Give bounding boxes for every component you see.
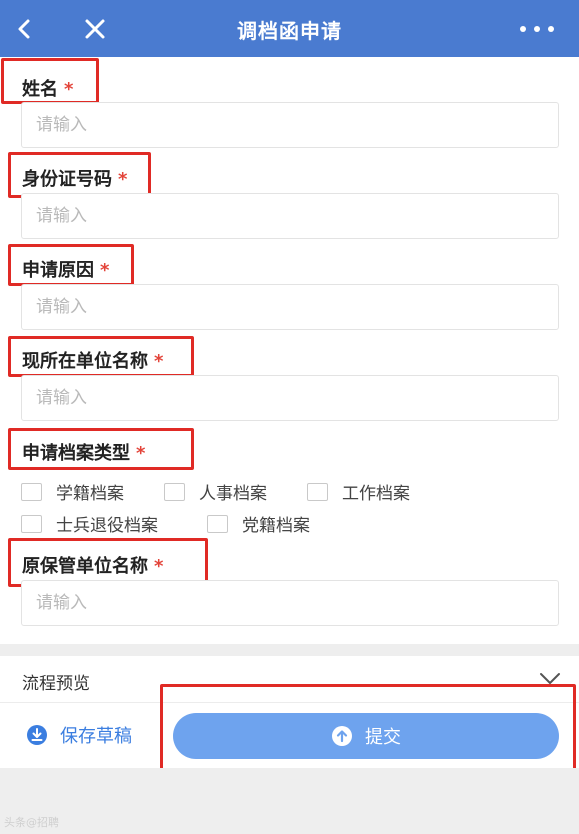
original-unit-label: 原保管单位名称 * [22,552,163,578]
more-options-icon[interactable] [517,14,557,44]
checkbox-party-archive[interactable]: 党籍档案 [207,511,310,536]
name-label-text: 姓名 [22,79,58,100]
reason-label: 申请原因 * [22,256,109,282]
checkbox-box[interactable] [21,514,42,533]
original-unit-input[interactable] [21,580,559,626]
save-draft-label: 保存草稿 [60,726,132,747]
checkbox-label: 工作档案 [342,484,410,504]
checkbox-student-archive[interactable]: 学籍档案 [21,479,124,504]
app-header: 调档函申请 [0,0,579,57]
name-input[interactable] [21,102,559,148]
checkbox-personnel-archive[interactable]: 人事档案 [164,479,267,504]
required-asterisk: * [64,79,74,100]
id-number-label-text: 身份证号码 [22,169,112,190]
required-asterisk: * [154,556,164,577]
checkbox-label: 士兵退役档案 [56,516,158,536]
chevron-down-icon [540,673,560,684]
submit-label: 提交 [365,727,401,748]
flow-preview-label: 流程预览 [22,674,90,694]
required-asterisk: * [154,351,164,372]
archive-type-label-text: 申请档案类型 [22,443,130,464]
checkbox-veteran-archive[interactable]: 士兵退役档案 [21,511,158,536]
work-unit-label: 现所在单位名称 * [22,347,163,373]
required-asterisk: * [118,169,128,190]
reason-label-text: 申请原因 [22,260,94,281]
id-number-label: 身份证号码 * [22,165,127,191]
checkbox-box[interactable] [164,482,185,501]
checkbox-work-archive[interactable]: 工作档案 [307,479,410,504]
checkbox-box[interactable] [21,482,42,501]
archive-type-label: 申请档案类型 * [22,439,145,465]
page-title: 调档函申请 [237,19,342,43]
name-label: 姓名 * [22,75,73,101]
watermark: 头条@招聘 [4,816,59,829]
required-asterisk: * [136,443,146,464]
reason-input[interactable] [21,284,559,330]
checkbox-label: 人事档案 [199,484,267,504]
section-divider [0,644,579,656]
download-icon [27,725,47,745]
checkbox-box[interactable] [307,482,328,501]
checkbox-label: 学籍档案 [56,484,124,504]
upload-icon [332,726,352,746]
work-unit-label-text: 现所在单位名称 [22,351,148,372]
checkbox-box[interactable] [207,514,228,533]
checkbox-label: 党籍档案 [242,516,310,536]
id-number-input[interactable] [21,193,559,239]
action-bar: 保存草稿 提交 [0,702,579,768]
work-unit-input[interactable] [21,375,559,421]
original-unit-label-text: 原保管单位名称 [22,556,148,577]
bottom-area: 头条@招聘 [0,768,579,834]
required-asterisk: * [100,260,110,281]
submit-button[interactable]: 提交 [173,713,559,759]
save-draft-button[interactable]: 保存草稿 [26,722,132,748]
flow-preview-row[interactable]: 流程预览 [0,656,579,702]
